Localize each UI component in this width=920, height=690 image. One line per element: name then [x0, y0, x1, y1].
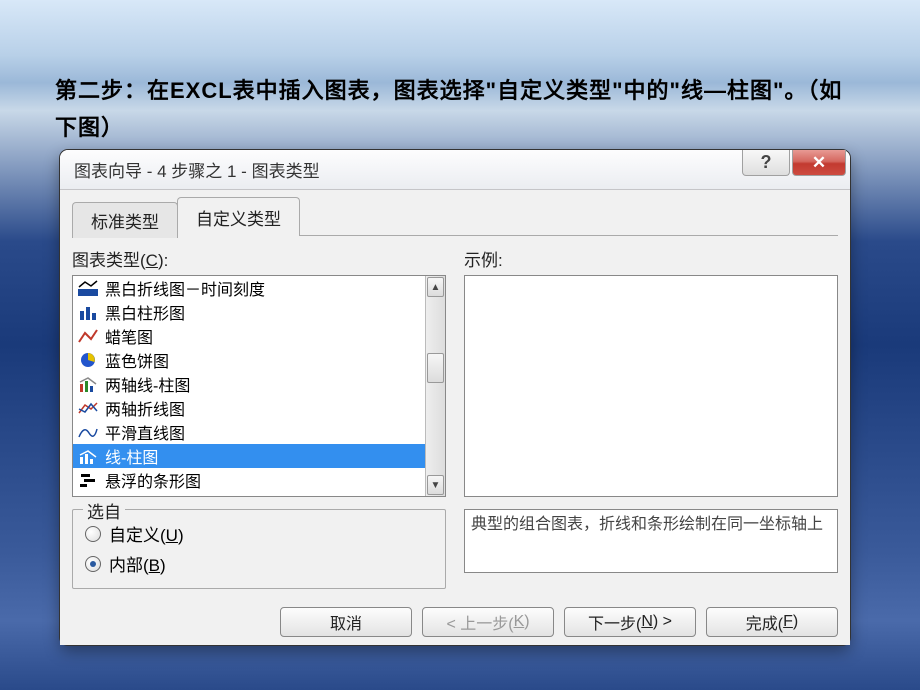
radio-custom-indicator	[85, 526, 101, 542]
bw-line-icon	[77, 279, 99, 297]
chart-preview	[464, 275, 838, 497]
list-item-label: 黑白折线图－时间刻度	[105, 276, 265, 300]
list-item-label: 平滑直线图	[105, 420, 185, 444]
list-item-label: 蜡笔图	[105, 324, 153, 348]
list-item-label: 蓝色饼图	[105, 348, 169, 372]
source-fieldset: 选自 自定义(U) 内部(B)	[72, 509, 446, 589]
next-button[interactable]: 下一步(N) >	[564, 607, 696, 637]
bw-bar-icon	[77, 303, 99, 321]
source-legend: 选自	[83, 498, 125, 523]
radio-builtin-label: 内部(B)	[109, 551, 166, 576]
float-bar-icon	[77, 471, 99, 489]
radio-custom-label: 自定义(U)	[109, 521, 184, 546]
list-item[interactable]: 两轴线-柱图	[73, 372, 425, 396]
list-item-label: 两轴折线图	[105, 396, 185, 420]
dialog-title: 图表向导 - 4 步骤之 1 - 图表类型	[60, 157, 320, 182]
cancel-button[interactable]: 取消	[280, 607, 412, 637]
scroll-track[interactable]	[426, 298, 445, 474]
listbox-scrollbar[interactable]: ▲ ▼	[425, 276, 445, 496]
help-button[interactable]: ?	[742, 150, 790, 176]
tab-strip: 标准类型 自定义类型	[72, 200, 838, 236]
line-bar-icon	[77, 447, 99, 465]
chart-description: 典型的组合图表，折线和条形绘制在同一坐标轴上	[464, 509, 838, 573]
list-item-label: 两轴线-柱图	[105, 372, 190, 396]
list-item[interactable]: 蜡笔图	[73, 324, 425, 348]
scroll-down-button[interactable]: ▼	[427, 475, 444, 495]
radio-builtin[interactable]: 内部(B)	[85, 551, 433, 576]
smooth-line-icon	[77, 423, 99, 441]
chart-type-label: 图表类型(C):	[72, 246, 446, 271]
list-item[interactable]: 蓝色饼图	[73, 348, 425, 372]
list-item[interactable]: 黑白柱形图	[73, 300, 425, 324]
dual-line-icon	[77, 399, 99, 417]
dual-line-bar-icon	[77, 375, 99, 393]
chart-type-listbox[interactable]: 黑白折线图－时间刻度黑白柱形图蜡笔图蓝色饼图两轴线-柱图两轴折线图平滑直线图线-…	[72, 275, 446, 497]
crayon-icon	[77, 327, 99, 345]
chart-wizard-dialog: 图表向导 - 4 步骤之 1 - 图表类型 ? ✕ 标准类型 自定义类型 图表类…	[60, 150, 850, 645]
list-item[interactable]: 两轴折线图	[73, 396, 425, 420]
tab-custom-types[interactable]: 自定义类型	[177, 197, 300, 236]
finish-button[interactable]: 完成(F)	[706, 607, 838, 637]
close-button[interactable]: ✕	[792, 150, 846, 176]
scroll-thumb[interactable]	[427, 353, 444, 383]
list-item[interactable]: 悬浮的条形图	[73, 468, 425, 492]
list-item-label: 悬浮的条形图	[105, 468, 201, 492]
list-item[interactable]: 黑白折线图－时间刻度	[73, 276, 425, 300]
list-item-label: 线-柱图	[105, 444, 158, 468]
dialog-titlebar[interactable]: 图表向导 - 4 步骤之 1 - 图表类型 ? ✕	[60, 150, 850, 190]
list-item[interactable]: 平滑直线图	[73, 420, 425, 444]
back-button[interactable]: < 上一步(K)	[422, 607, 554, 637]
list-item-label: 黑白柱形图	[105, 300, 185, 324]
tab-standard-types[interactable]: 标准类型	[72, 202, 178, 238]
slide-heading: 第二步：在EXCL表中插入图表，图表选择"自定义类型"中的"线—柱图"。（如下图…	[55, 72, 860, 147]
radio-custom[interactable]: 自定义(U)	[85, 521, 433, 546]
radio-builtin-indicator	[85, 556, 101, 572]
sample-label: 示例:	[464, 246, 838, 271]
pie-blue-icon	[77, 351, 99, 369]
list-item[interactable]: 线-柱图	[73, 444, 425, 468]
scroll-up-button[interactable]: ▲	[427, 277, 444, 297]
